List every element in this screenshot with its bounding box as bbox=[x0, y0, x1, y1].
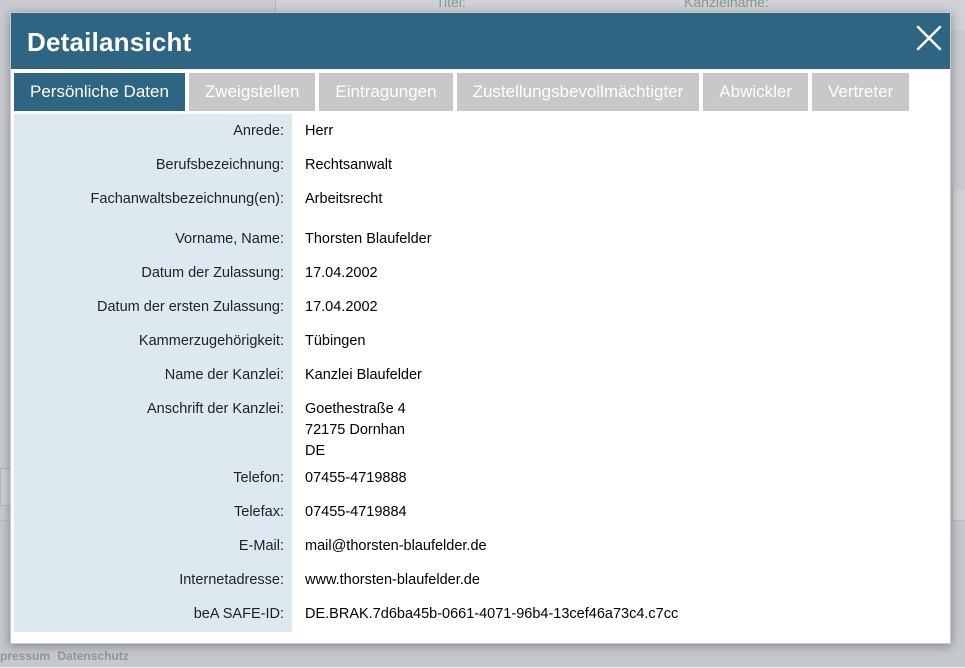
label-kammerzugehoerigkeit: Kammerzugehörigkeit: bbox=[138, 333, 284, 349]
label-vorname-name: Vorname, Name: bbox=[175, 231, 284, 247]
value-telefon: 07455-4719888 bbox=[305, 470, 407, 486]
label-bea-safe-id: beA SAFE-ID: bbox=[193, 606, 284, 622]
value-kammerzugehoerigkeit: Tübingen bbox=[305, 333, 366, 349]
value-bea-safe-id: DE.BRAK.7d6ba45b-0661-4071-96b4-13cef46a… bbox=[305, 606, 679, 622]
close-icon bbox=[916, 25, 942, 51]
value-telefax: 07455-4719884 bbox=[305, 504, 407, 520]
label-datum-erste-zulassung: Datum der ersten Zulassung: bbox=[97, 299, 284, 315]
tab-zustellungsbevollmaechtigter[interactable]: Zustellungsbevollmächtigter bbox=[456, 73, 700, 111]
tab-eintragungen[interactable]: Eintragungen bbox=[319, 73, 453, 111]
detail-modal: Detailansicht Persönliche Daten Zweigste… bbox=[10, 12, 951, 644]
value-email[interactable]: mail@thorsten-blaufelder.de bbox=[305, 536, 487, 557]
label-name-kanzlei: Name der Kanzlei: bbox=[164, 367, 284, 383]
details-content: Anrede: Herr Berufsbezeichnung: Rechtsan… bbox=[14, 114, 946, 632]
value-berufsbezeichnung: Rechtsanwalt bbox=[305, 157, 393, 173]
modal-title: Detailansicht bbox=[27, 27, 192, 57]
tab-persoenliche-daten[interactable]: Persönliche Daten bbox=[14, 73, 185, 111]
label-datum-zulassung: Datum der Zulassung: bbox=[141, 265, 284, 281]
close-button[interactable] bbox=[914, 23, 944, 53]
tab-abwickler[interactable]: Abwickler bbox=[703, 73, 809, 111]
address-country: DE bbox=[305, 443, 326, 459]
tab-vertreter[interactable]: Vertreter bbox=[812, 73, 910, 111]
label-telefax: Telefax: bbox=[234, 504, 284, 520]
value-vorname-name: Thorsten Blaufelder bbox=[305, 231, 432, 247]
value-fachanwaltsbezeichnung: Arbeitsrecht bbox=[305, 191, 383, 207]
address-city: 72175 Dornhan bbox=[305, 422, 405, 438]
value-anschrift-kanzlei: Goethestraße 4 72175 Dornhan DE bbox=[305, 399, 406, 462]
label-fachanwaltsbezeichnung: Fachanwaltsbezeichnung(en): bbox=[90, 191, 284, 207]
address-street: Goethestraße 4 bbox=[305, 401, 406, 417]
label-berufsbezeichnung: Berufsbezeichnung: bbox=[155, 157, 284, 173]
label-internetadresse: Internetadresse: bbox=[179, 572, 284, 588]
tab-bar: Persönliche Daten Zweigstellen Eintragun… bbox=[14, 73, 913, 111]
value-anrede: Herr bbox=[305, 123, 334, 139]
value-datum-zulassung: 17.04.2002 bbox=[305, 265, 378, 281]
label-anrede: Anrede: bbox=[233, 123, 284, 139]
tab-zweigstellen[interactable]: Zweigstellen bbox=[188, 73, 316, 111]
modal-header: Detailansicht bbox=[11, 13, 950, 69]
value-datum-erste-zulassung: 17.04.2002 bbox=[305, 299, 378, 315]
label-anschrift-kanzlei: Anschrift der Kanzlei: bbox=[146, 401, 284, 417]
value-internetadresse[interactable]: www.thorsten-blaufelder.de bbox=[305, 570, 480, 591]
label-telefon: Telefon: bbox=[233, 470, 284, 486]
value-name-kanzlei: Kanzlei Blaufelder bbox=[305, 367, 422, 383]
label-email: E-Mail: bbox=[238, 538, 284, 554]
